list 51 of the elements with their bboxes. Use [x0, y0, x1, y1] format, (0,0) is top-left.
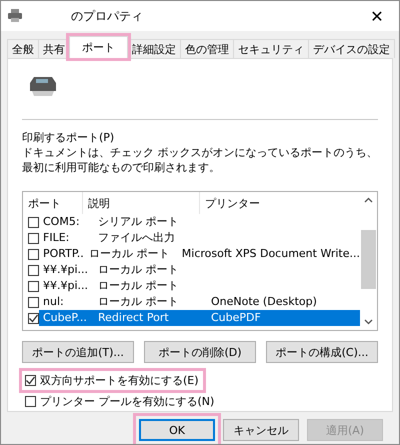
table-cell-text: ローカル ポート	[97, 278, 180, 294]
option-checkbox[interactable]: 双方向サポートを有効にする(E)	[22, 371, 203, 390]
checkbox[interactable]	[28, 216, 39, 228]
port-row[interactable]: ¥¥.¥pi... ローカル ポート	[23, 262, 360, 278]
port-row[interactable]: FILE: ファイルへ出力	[23, 230, 360, 246]
dialog-button[interactable]: キャンセル	[223, 419, 299, 441]
port-button[interactable]: ポートの追加(T)...	[22, 341, 134, 363]
table-cell-text: COM5:	[42, 214, 81, 230]
column-header[interactable]: ポート	[23, 192, 83, 214]
checkbox[interactable]	[28, 248, 39, 260]
dialog-button[interactable]: OK	[139, 419, 215, 441]
section-label: 印刷するポート(P)	[22, 130, 116, 145]
port-button[interactable]: ポートの構成(C)...	[266, 341, 378, 363]
table-cell-text: シリアル ポート	[97, 214, 180, 230]
checkbox[interactable]	[28, 264, 39, 276]
scroll-down-icon[interactable]	[364, 319, 373, 325]
port-list[interactable]: ポート 説明 プリンター COM5: シリアル ポート FILE: ファイルへ出力 PORTP.. ローカル ポート Microsoft XPS Document Write... ¥¥.¥pi... ローカル ポート ¥¥.¥pi... ローカル ポート nul: ローカル ポート OneNote (Desktop) CubeP... Redirect Port CubePDF	[22, 191, 378, 331]
checkbox[interactable]	[28, 280, 39, 292]
option-checkbox[interactable]: プリンター プールを有効にする(N)	[22, 392, 218, 411]
checkbox[interactable]	[28, 296, 39, 308]
table-cell-text: nul:	[42, 294, 65, 310]
check-icon	[25, 375, 36, 386]
check-icon	[28, 312, 39, 324]
table-cell-text: FILE:	[42, 230, 70, 246]
port-row[interactable]: PORTP.. ローカル ポート Microsoft XPS Document Write...	[23, 246, 360, 262]
port-row[interactable]: COM5: シリアル ポート	[23, 214, 360, 230]
column-header[interactable]: プリンター	[200, 192, 360, 214]
port-button[interactable]: ポートの削除(D)	[144, 341, 256, 363]
close-button[interactable]: ✕	[355, 1, 399, 31]
tab[interactable]: 全般	[7, 39, 39, 58]
column-header[interactable]: 説明	[83, 192, 200, 214]
table-cell-text: ローカル ポート	[97, 262, 180, 278]
table-cell-text: ¥¥.¥pi...	[42, 262, 90, 278]
description-text: ドキュメントは、チェック ボックスがオンになっているポートのうち、最初に利用可能なもので印刷されます。	[22, 145, 378, 175]
tab[interactable]: デバイスの設定	[308, 39, 395, 58]
printer-icon	[28, 75, 58, 97]
table-cell-text: ローカル ポート	[88, 246, 170, 262]
table-cell-text: PORTP..	[42, 246, 84, 262]
table-cell-text: ファイルへ出力	[97, 230, 176, 246]
table-cell-text: OneNote (Desktop)	[210, 294, 317, 310]
checkbox[interactable]	[28, 232, 39, 244]
table-cell-text: ¥¥.¥pi...	[42, 278, 90, 294]
printer-icon	[7, 9, 23, 23]
port-row[interactable]: nul: ローカル ポート OneNote (Desktop)	[23, 294, 360, 310]
table-cell-text: ローカル ポート	[97, 294, 180, 310]
scroll-up-icon[interactable]	[364, 197, 373, 203]
port-row[interactable]: ¥¥.¥pi... ローカル ポート	[23, 278, 360, 294]
window-title: のプロパティ	[71, 8, 143, 24]
tab[interactable]: ポート	[69, 36, 128, 58]
checkbox[interactable]	[28, 312, 39, 324]
table-cell-text: Microsoft XPS Document Write...	[180, 246, 360, 262]
